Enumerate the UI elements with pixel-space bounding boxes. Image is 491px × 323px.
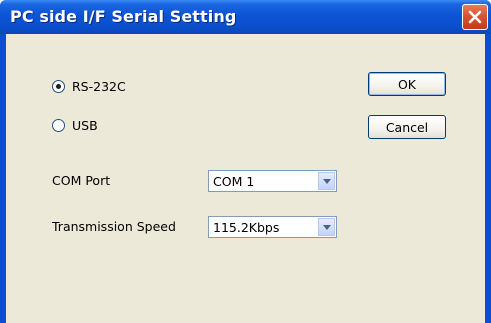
transmission-speed-select[interactable]: 115.2Kbps xyxy=(208,216,337,238)
cancel-button[interactable]: Cancel xyxy=(368,115,446,139)
dialog-body: RS-232C USB OK Cancel COM Port COM 1 Tra… xyxy=(6,34,485,323)
radio-indicator-selected[interactable] xyxy=(52,80,65,93)
chevron-down-icon xyxy=(323,225,331,230)
close-button[interactable] xyxy=(462,4,488,30)
radio-usb[interactable]: USB xyxy=(52,118,98,133)
radio-indicator[interactable] xyxy=(52,119,65,132)
transmission-speed-value: 115.2Kbps xyxy=(213,220,280,235)
com-port-value: COM 1 xyxy=(213,174,255,189)
ok-button[interactable]: OK xyxy=(368,72,446,96)
com-port-select[interactable]: COM 1 xyxy=(208,170,337,192)
radio-usb-label: USB xyxy=(72,118,98,133)
radio-rs232c[interactable]: RS-232C xyxy=(52,79,126,94)
title-bar[interactable]: PC side I/F Serial Setting xyxy=(0,0,491,34)
window-frame-right xyxy=(485,34,491,323)
chevron-down-icon xyxy=(323,179,331,184)
transmission-speed-dropdown-button[interactable] xyxy=(318,218,335,236)
radio-rs232c-label: RS-232C xyxy=(72,79,126,94)
window-title: PC side I/F Serial Setting xyxy=(10,7,237,26)
transmission-speed-label: Transmission Speed xyxy=(52,219,176,234)
close-icon xyxy=(468,10,482,24)
dialog-window: PC side I/F Serial Setting RS-232C USB O… xyxy=(0,0,491,323)
com-port-dropdown-button[interactable] xyxy=(318,172,335,190)
com-port-label: COM Port xyxy=(52,173,111,188)
